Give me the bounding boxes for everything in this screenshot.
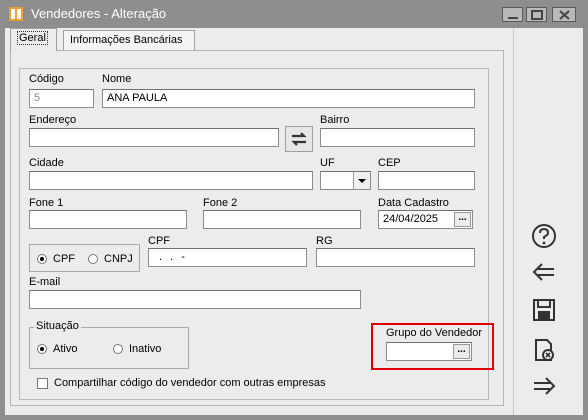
back-arrow-icon[interactable]	[530, 258, 558, 286]
compartilhar-label: Compartilhar código do vendedor com outr…	[54, 377, 326, 389]
endereco-field[interactable]	[29, 128, 279, 147]
codigo-field: 5	[29, 89, 94, 108]
maximize-icon	[531, 10, 543, 20]
cep-field[interactable]	[378, 171, 475, 190]
chevron-down-icon	[358, 179, 366, 183]
data-cadastro-value: 24/04/2025	[383, 213, 439, 225]
cidade-label: Cidade	[29, 157, 64, 169]
cidade-field[interactable]	[29, 171, 313, 190]
cnpj-radio[interactable]	[88, 254, 98, 264]
close-icon	[559, 10, 570, 20]
rg-label: RG	[316, 235, 333, 247]
cpf-radio-label: CPF	[53, 253, 75, 265]
date-picker-button[interactable]: ...	[454, 212, 471, 227]
close-button[interactable]	[552, 7, 576, 22]
cpf-field[interactable]: . . -	[148, 248, 307, 267]
tab-geral[interactable]: Geral	[10, 28, 57, 51]
ativo-radio[interactable]	[37, 344, 47, 354]
rg-field[interactable]	[316, 248, 475, 267]
bairro-field[interactable]	[320, 128, 475, 147]
inativo-radio[interactable]	[113, 344, 123, 354]
cpf-label: CPF	[148, 235, 170, 247]
forward-arrow-icon[interactable]	[530, 372, 558, 400]
nome-label: Nome	[102, 73, 132, 85]
situacao-label: Situação	[34, 320, 81, 332]
email-field[interactable]	[29, 290, 361, 309]
cep-label: CEP	[378, 157, 401, 169]
uf-select[interactable]	[320, 171, 371, 190]
data-cadastro-field[interactable]: 24/04/2025 ...	[378, 210, 473, 229]
window-title: Vendedores - Alteração	[31, 6, 167, 21]
inativo-label: Inativo	[129, 343, 162, 355]
endereco-label: Endereço	[29, 114, 77, 126]
cpf-radio[interactable]	[37, 254, 47, 264]
tab-informacoes-bancarias[interactable]: Informações Bancárias	[63, 30, 195, 50]
delete-icon[interactable]	[530, 336, 558, 364]
tab-bank-label: Informações Bancárias	[70, 34, 183, 46]
window: Vendedores - Alteração Geral Informações…	[0, 0, 588, 420]
data-cadastro-label: Data Cadastro	[378, 197, 449, 209]
minimize-button[interactable]	[502, 7, 523, 22]
compartilhar-checkbox[interactable]	[37, 378, 48, 389]
fone1-label: Fone 1	[29, 197, 64, 209]
uf-dropdown-button[interactable]	[353, 172, 370, 189]
cnpj-radio-label: CNPJ	[104, 253, 133, 265]
swap-address-button[interactable]	[285, 126, 313, 152]
fone2-label: Fone 2	[203, 197, 238, 209]
tab-geral-label: Geral	[17, 31, 48, 45]
maximize-button[interactable]	[526, 7, 547, 22]
help-icon[interactable]	[530, 222, 558, 250]
codigo-label: Código	[29, 73, 64, 85]
app-icon	[9, 7, 23, 21]
fone1-field[interactable]	[29, 210, 187, 229]
email-label: E-mail	[29, 276, 61, 288]
uf-label: UF	[320, 157, 335, 169]
title-bar: Vendedores - Alteração	[0, 0, 588, 28]
swap-arrows-icon	[291, 132, 307, 146]
bairro-label: Bairro	[320, 114, 350, 126]
save-icon[interactable]	[530, 296, 558, 324]
minimize-icon	[508, 17, 518, 19]
fone2-field[interactable]	[203, 210, 361, 229]
nome-field[interactable]: ANA PAULA	[102, 89, 475, 108]
highlight-box	[371, 323, 494, 370]
ativo-label: Ativo	[53, 343, 78, 355]
